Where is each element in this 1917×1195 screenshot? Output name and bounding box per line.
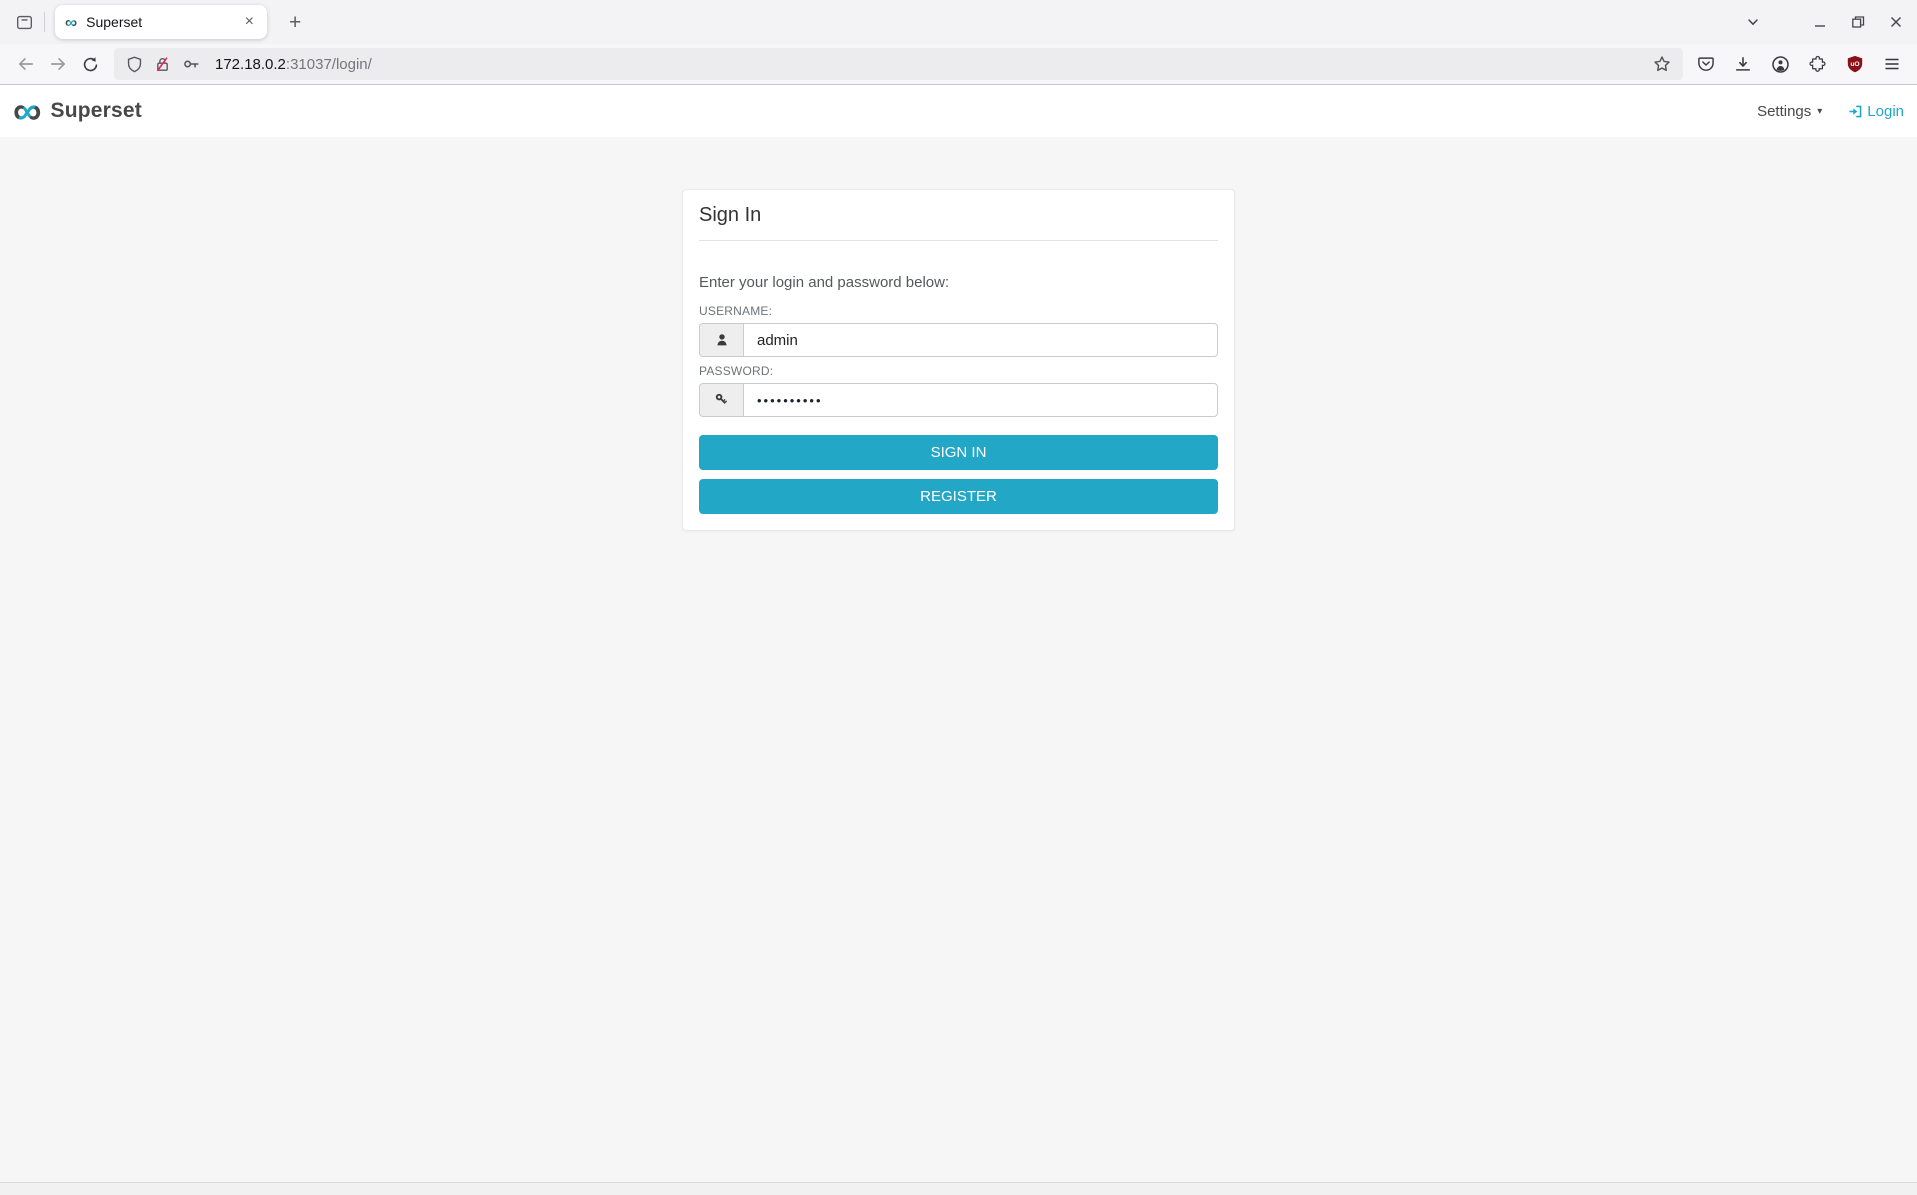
url-host: 172.18.0.2 bbox=[215, 56, 286, 73]
downloads-button[interactable] bbox=[1734, 55, 1752, 73]
tabbar-right-controls bbox=[1737, 6, 1903, 38]
tracking-protection-shield-icon[interactable] bbox=[126, 56, 143, 73]
superset-logo-icon: ∞ bbox=[13, 96, 42, 126]
reload-button[interactable] bbox=[74, 49, 106, 79]
page-viewport: ∞ Superset Settings ▾ Login bbox=[0, 85, 1917, 1195]
window-minimize-button[interactable] bbox=[1813, 15, 1827, 29]
card-title: Sign In bbox=[699, 204, 1218, 241]
pocket-save-button[interactable] bbox=[1697, 55, 1715, 73]
forward-button[interactable] bbox=[42, 49, 74, 79]
tab-bar: ∞ Superset × + bbox=[0, 0, 1917, 44]
sign-in-icon bbox=[1848, 104, 1863, 119]
ublock-origin-button[interactable]: uO bbox=[1846, 55, 1864, 73]
extensions-button[interactable] bbox=[1809, 55, 1827, 73]
window-restore-button[interactable] bbox=[1851, 15, 1865, 29]
superset-favicon-icon: ∞ bbox=[65, 14, 77, 31]
hamburger-icon bbox=[1883, 55, 1901, 73]
back-arrow-icon bbox=[17, 55, 35, 73]
close-icon bbox=[1889, 15, 1903, 29]
url-bar[interactable]: 172.18.0.2:31037/login/ bbox=[114, 48, 1683, 80]
chevron-down-icon bbox=[1745, 14, 1761, 30]
superset-app-header: ∞ Superset Settings ▾ Login bbox=[0, 85, 1917, 137]
register-button[interactable]: REGISTER bbox=[699, 479, 1218, 514]
login-label: Login bbox=[1867, 103, 1904, 120]
svg-text:uO: uO bbox=[1850, 61, 1859, 68]
header-right-nav: Settings ▾ Login bbox=[1757, 103, 1904, 120]
puzzle-piece-icon bbox=[1809, 55, 1827, 73]
account-icon bbox=[1771, 55, 1790, 74]
page-content: Sign In Enter your login and password be… bbox=[0, 137, 1917, 1182]
settings-menu[interactable]: Settings ▾ bbox=[1757, 103, 1822, 120]
navigation-toolbar: 172.18.0.2:31037/login/ bbox=[0, 44, 1917, 84]
restore-icon bbox=[1851, 15, 1865, 29]
window-close-button[interactable] bbox=[1889, 15, 1903, 29]
saved-login-key-icon[interactable] bbox=[182, 55, 200, 73]
forward-arrow-icon bbox=[49, 55, 67, 73]
tab-separator bbox=[44, 12, 45, 32]
card-body: Enter your login and password below: USE… bbox=[699, 241, 1218, 514]
browser-window: ∞ Superset × + bbox=[0, 0, 1917, 1195]
password-input-group bbox=[699, 383, 1218, 417]
url-text: 172.18.0.2:31037/login/ bbox=[215, 56, 372, 73]
sign-in-card: Sign In Enter your login and password be… bbox=[682, 189, 1235, 531]
login-link[interactable]: Login bbox=[1848, 103, 1904, 120]
tab-close-icon[interactable]: × bbox=[240, 12, 259, 32]
settings-label: Settings bbox=[1757, 103, 1811, 120]
ublock-shield-icon: uO bbox=[1846, 55, 1864, 73]
username-label: USERNAME: bbox=[699, 304, 1218, 318]
tab-title: Superset bbox=[86, 14, 240, 30]
password-input[interactable] bbox=[743, 383, 1218, 417]
caret-down-icon: ▾ bbox=[1817, 106, 1822, 117]
key-icon bbox=[714, 392, 730, 408]
firefox-view-icon bbox=[16, 14, 33, 31]
minimize-icon bbox=[1813, 15, 1827, 29]
firefox-view-button[interactable] bbox=[8, 6, 40, 38]
reload-icon bbox=[82, 56, 99, 73]
sign-in-button[interactable]: SIGN IN bbox=[699, 435, 1218, 470]
back-button[interactable] bbox=[10, 49, 42, 79]
list-all-tabs-button[interactable] bbox=[1737, 6, 1769, 38]
username-addon bbox=[699, 323, 743, 357]
menu-button[interactable] bbox=[1883, 55, 1901, 73]
brand-name: Superset bbox=[51, 99, 142, 123]
browser-tab-superset[interactable]: ∞ Superset × bbox=[55, 5, 267, 39]
username-input[interactable] bbox=[743, 323, 1218, 357]
password-label: PASSWORD: bbox=[699, 364, 1218, 378]
bottom-scrollbar-track[interactable] bbox=[0, 1183, 1917, 1195]
new-tab-button[interactable]: + bbox=[281, 10, 309, 35]
account-button[interactable] bbox=[1771, 55, 1790, 74]
pocket-icon bbox=[1697, 55, 1715, 73]
window-controls bbox=[1813, 15, 1903, 29]
login-prompt: Enter your login and password below: bbox=[699, 274, 1218, 291]
url-path: :31037/login/ bbox=[286, 56, 372, 73]
superset-brand-link[interactable]: ∞ Superset bbox=[13, 96, 142, 126]
username-input-group bbox=[699, 323, 1218, 357]
user-icon bbox=[714, 332, 730, 348]
download-icon bbox=[1734, 55, 1752, 73]
bookmark-star-icon[interactable] bbox=[1653, 55, 1671, 73]
insecure-connection-lock-icon[interactable] bbox=[154, 56, 171, 73]
password-addon bbox=[699, 383, 743, 417]
toolbar-right-icons: uO bbox=[1697, 55, 1907, 74]
